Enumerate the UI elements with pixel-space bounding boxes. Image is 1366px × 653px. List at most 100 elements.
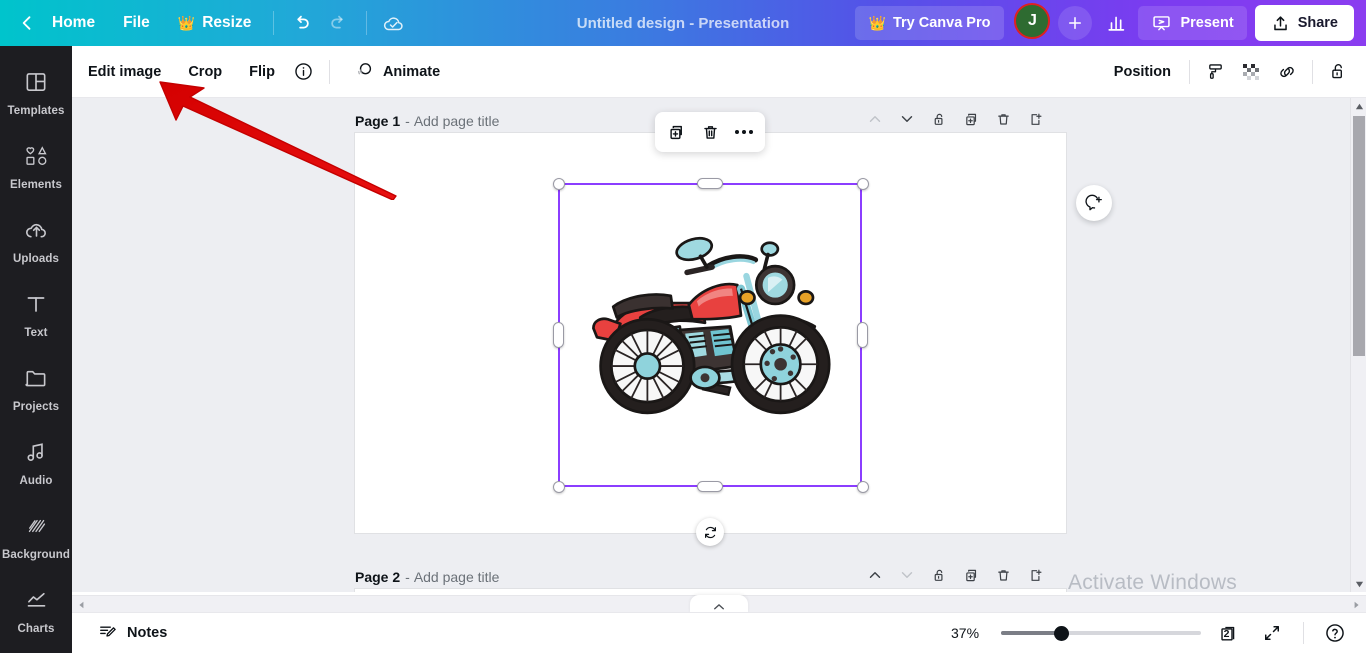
top-bar: Home File 👑 Resize Untitled design - Pre… xyxy=(0,0,1366,46)
page-2-delete-icon[interactable] xyxy=(988,561,1018,589)
crop-button[interactable]: Crop xyxy=(177,55,233,89)
page-count-label: 2 xyxy=(1224,628,1230,640)
position-label: Position xyxy=(1114,64,1171,80)
page-1-separator: - xyxy=(405,113,410,129)
sidebar-label-uploads: Uploads xyxy=(13,253,59,265)
info-circle-icon[interactable] xyxy=(286,55,322,89)
page-2-duplicate-icon[interactable] xyxy=(956,561,986,589)
selection-handle-top-left[interactable] xyxy=(553,178,565,190)
transparency-checkerboard-icon[interactable] xyxy=(1233,55,1269,89)
flip-button[interactable]: Flip xyxy=(238,55,286,89)
page-1-title-input[interactable]: Add page title xyxy=(414,113,500,129)
cloud-check-icon[interactable] xyxy=(375,6,413,40)
sidebar-label-templates: Templates xyxy=(8,105,65,117)
rotate-handle[interactable] xyxy=(696,518,724,546)
avatar[interactable]: J xyxy=(1014,3,1050,39)
sidebar-item-templates[interactable]: Templates xyxy=(0,56,72,130)
try-canva-pro-button[interactable]: 👑 Try Canva Pro xyxy=(855,6,1005,40)
scroll-left-arrow-icon[interactable] xyxy=(73,597,89,613)
paint-roller-icon[interactable] xyxy=(1197,55,1233,89)
page-2-move-up-icon[interactable] xyxy=(860,561,890,589)
sidebar-label-background: Background xyxy=(2,549,70,561)
delete-element-icon[interactable] xyxy=(695,117,725,147)
motorcycle-image[interactable] xyxy=(570,226,840,426)
resize-button[interactable]: 👑 Resize xyxy=(164,7,266,39)
add-comment-button[interactable] xyxy=(1076,185,1112,221)
canvas-horizontal-scrollbar[interactable] xyxy=(72,595,1366,612)
page-2-move-down-icon[interactable] xyxy=(892,561,922,589)
selection-handle-middle-right[interactable] xyxy=(857,322,868,348)
duplicate-element-icon[interactable] xyxy=(661,117,691,147)
share-button[interactable]: Share xyxy=(1255,5,1354,41)
sidebar-item-projects[interactable]: Projects xyxy=(0,352,72,426)
fullscreen-button[interactable] xyxy=(1255,617,1289,649)
page-1-duplicate-icon[interactable] xyxy=(956,105,986,133)
page-count-button[interactable]: 2 xyxy=(1211,617,1245,649)
selection-handle-top-right[interactable] xyxy=(857,178,869,190)
resize-label: Resize xyxy=(202,14,251,32)
sidebar-item-elements[interactable]: Elements xyxy=(0,130,72,204)
scroll-down-arrow-icon[interactable] xyxy=(1351,576,1366,592)
sidebar-label-text: Text xyxy=(24,327,47,339)
page-1-delete-icon[interactable] xyxy=(988,105,1018,133)
present-label: Present xyxy=(1180,15,1233,31)
zoom-slider-fill xyxy=(1001,631,1061,635)
shapes-icon xyxy=(23,143,50,174)
back-chevron-icon[interactable] xyxy=(16,12,38,34)
selection-handle-bottom-left[interactable] xyxy=(553,481,565,493)
file-menu-button[interactable]: File xyxy=(109,7,164,39)
vertical-scroll-thumb[interactable] xyxy=(1353,116,1365,356)
home-button[interactable]: Home xyxy=(38,7,109,39)
insights-bar-chart-icon[interactable] xyxy=(1098,6,1136,40)
link-icon[interactable] xyxy=(1269,55,1305,89)
sidebar-label-projects: Projects xyxy=(13,401,59,413)
page-2-canvas[interactable] xyxy=(355,589,1066,592)
sidebar-label-elements: Elements xyxy=(10,179,62,191)
page-1-move-down-icon[interactable] xyxy=(892,105,922,133)
selection-handle-bottom-center[interactable] xyxy=(697,481,723,492)
page-1-header: Page 1 - Add page title xyxy=(355,106,499,136)
unlocked-padlock-icon[interactable] xyxy=(1320,55,1356,89)
zoom-slider-knob[interactable] xyxy=(1054,626,1069,641)
zoom-slider[interactable] xyxy=(1001,623,1201,643)
selection-handle-bottom-right[interactable] xyxy=(857,481,869,493)
page-1-add-page-icon[interactable] xyxy=(1020,105,1050,133)
page-1-move-up-icon[interactable] xyxy=(860,105,890,133)
collapse-panel-tab[interactable] xyxy=(690,595,748,613)
page-2-add-page-icon[interactable] xyxy=(1020,561,1050,589)
page-1-actions xyxy=(860,105,1050,133)
present-button[interactable]: Present xyxy=(1138,6,1246,40)
page-2-separator: - xyxy=(405,569,410,585)
page-2-lock-icon[interactable] xyxy=(924,561,954,589)
page-1-canvas[interactable] xyxy=(355,133,1066,533)
undo-icon[interactable] xyxy=(282,6,320,40)
help-button[interactable] xyxy=(1318,617,1352,649)
sidebar-item-uploads[interactable]: Uploads xyxy=(0,204,72,278)
sidebar-item-charts[interactable]: Charts xyxy=(0,574,72,648)
canvas-vertical-scrollbar[interactable] xyxy=(1350,98,1366,592)
selection-handle-middle-left[interactable] xyxy=(553,322,564,348)
add-collaborator-button[interactable] xyxy=(1058,6,1092,40)
sidebar-item-text[interactable]: Text xyxy=(0,278,72,352)
more-options-icon[interactable] xyxy=(729,117,759,147)
page-2-title-input[interactable]: Add page title xyxy=(414,569,500,585)
redo-icon[interactable] xyxy=(320,6,358,40)
sidebar-item-background[interactable]: Background xyxy=(0,500,72,574)
toolbar2-right-group: Position xyxy=(1098,55,1366,89)
notes-button[interactable]: Notes xyxy=(86,617,179,649)
sidebar-label-charts: Charts xyxy=(17,623,54,635)
sidebar-label-audio: Audio xyxy=(19,475,52,487)
scroll-up-arrow-icon[interactable] xyxy=(1351,98,1366,114)
scroll-right-arrow-icon[interactable] xyxy=(1349,597,1365,613)
selection-handle-top-center[interactable] xyxy=(697,178,723,189)
position-button[interactable]: Position xyxy=(1103,55,1182,89)
edit-image-button[interactable]: Edit image xyxy=(77,55,172,89)
sidebar-item-audio[interactable]: Audio xyxy=(0,426,72,500)
page-1-lock-icon[interactable] xyxy=(924,105,954,133)
canva-editor-window: Home File 👑 Resize Untitled design - Pre… xyxy=(0,0,1366,653)
animate-button[interactable]: Animate xyxy=(342,55,451,89)
toolbar-divider-2 xyxy=(366,11,367,35)
animate-rings-icon xyxy=(353,59,375,85)
canvas-scroll-area[interactable]: Page 1 - Add page title xyxy=(72,98,1366,592)
element-properties-toolbar: Edit image Crop Flip Animate Position xyxy=(72,46,1366,98)
